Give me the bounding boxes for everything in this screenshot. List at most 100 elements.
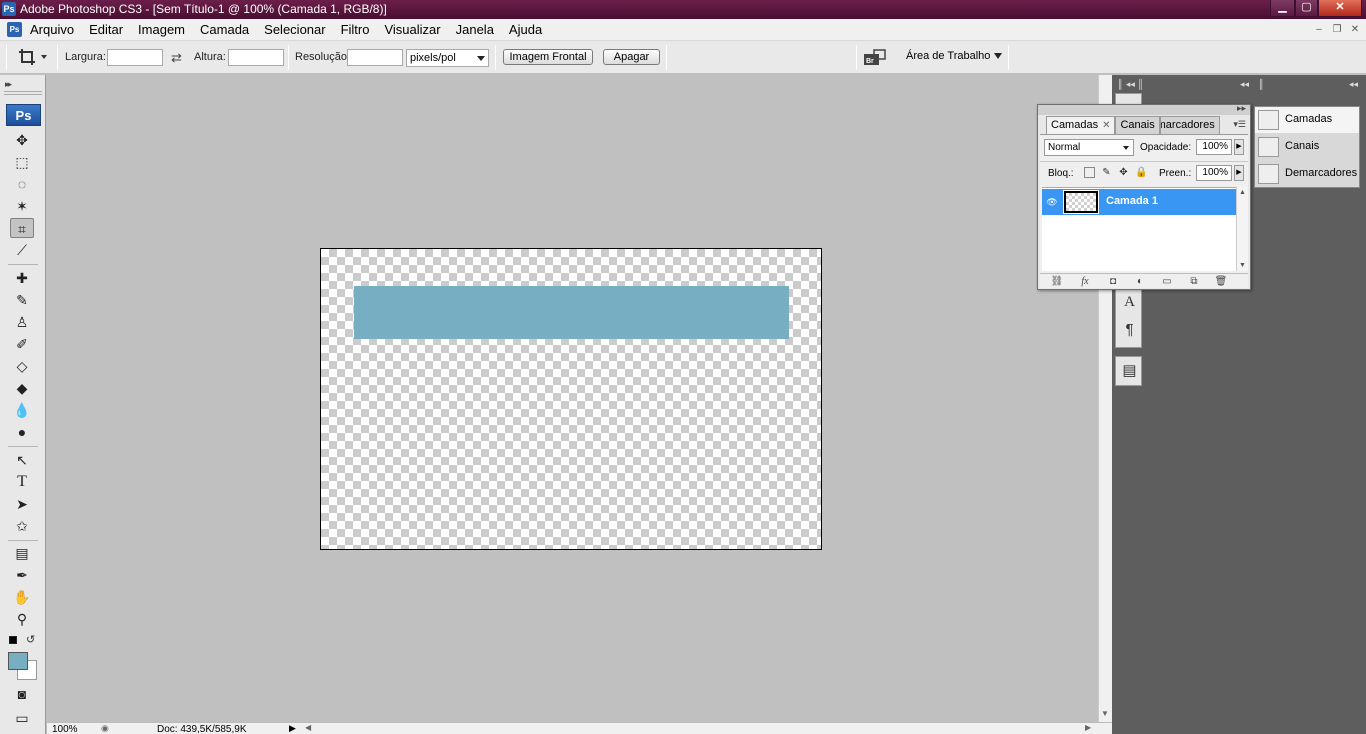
adjustment-layer-icon[interactable]: ◐	[1133, 276, 1147, 288]
document-icon[interactable]: Ps	[7, 22, 22, 37]
scroll-right-icon[interactable]: ▶	[1085, 723, 1091, 732]
dock-collapse-icon[interactable]: ◂◂	[1240, 79, 1249, 90]
fill-slider-arrow-icon[interactable]: ▶	[1234, 165, 1244, 181]
toolbox-collapse-icon[interactable]: ▸▸	[5, 79, 12, 90]
tab-channels[interactable]: Canais	[1115, 116, 1160, 134]
toolbox-grip[interactable]	[4, 91, 42, 95]
menu-janela[interactable]: Janela	[456, 22, 494, 37]
history-brush-tool-icon[interactable]: ✐	[10, 334, 34, 354]
collapsed-layers-button[interactable]: Camadas	[1255, 107, 1359, 133]
visibility-eye-icon[interactable]: 👁	[1046, 196, 1058, 208]
paint-bucket-tool-icon[interactable]: ◆	[10, 378, 34, 398]
menu-camada[interactable]: Camada	[200, 22, 249, 37]
slice-tool-icon[interactable]: ⟋	[10, 240, 34, 260]
height-input[interactable]	[228, 49, 284, 66]
layer-name[interactable]: Camada 1	[1106, 195, 1158, 207]
healing-brush-tool-icon[interactable]: ✚	[10, 268, 34, 288]
dock-grip-icon[interactable]: ║	[1258, 79, 1264, 89]
brush-tool-icon[interactable]: ✎	[10, 290, 34, 310]
clear-button[interactable]: Apagar	[603, 49, 660, 65]
custom-shape-tool-icon[interactable]: ✩	[10, 516, 34, 536]
foreground-color-swatch[interactable]	[8, 652, 28, 670]
swap-colors-icon[interactable]: ↺	[26, 633, 35, 646]
menu-visualizar[interactable]: Visualizar	[384, 22, 440, 37]
menu-selecionar[interactable]: Selecionar	[264, 22, 325, 37]
close-button[interactable]: ✕	[1318, 0, 1362, 17]
tool-preset-dropdown-icon[interactable]	[41, 55, 47, 59]
magic-wand-tool-icon[interactable]: ✶	[10, 196, 34, 216]
dock-collapse-icon[interactable]: ◂◂	[1349, 79, 1358, 90]
tab-paths[interactable]: Demarcadores	[1159, 116, 1220, 134]
collapsed-channels-button[interactable]: Canais	[1255, 134, 1359, 160]
link-layers-icon[interactable]: ⛓	[1050, 276, 1064, 288]
screen-mode-icon[interactable]: ▭	[10, 708, 34, 728]
doc-close-button[interactable]: ✕	[1347, 22, 1363, 36]
photoshop-logo[interactable]: Ps	[6, 104, 41, 126]
maximize-button[interactable]: ▢	[1295, 0, 1318, 17]
workspace-dropdown[interactable]: Área de Trabalho	[906, 50, 1003, 62]
opacity-input[interactable]: 100%	[1196, 139, 1232, 155]
units-select[interactable]: pixels/pol	[406, 49, 489, 67]
type-tool-icon[interactable]: T	[10, 472, 34, 492]
swap-icon[interactable]: ⇄	[171, 50, 182, 66]
width-input[interactable]	[107, 49, 163, 66]
dodge-tool-icon[interactable]: ●	[10, 422, 34, 442]
scroll-left-icon[interactable]: ◀	[305, 723, 311, 732]
clone-stamp-tool-icon[interactable]: ♙	[10, 312, 34, 332]
tool-presets-panel-icon[interactable]: ▤	[1119, 361, 1140, 381]
crop-icon[interactable]	[18, 48, 36, 66]
trash-icon[interactable]: 🗑	[1214, 276, 1228, 288]
pen-tool-icon[interactable]: ↖	[10, 450, 34, 470]
collapsed-paths-button[interactable]: Demarcadores	[1255, 161, 1359, 187]
character-panel-icon[interactable]: A	[1119, 292, 1140, 312]
panel-menu-icon[interactable]: ▾☰	[1233, 119, 1246, 130]
notes-tool-icon[interactable]: ▤	[10, 543, 34, 563]
layer-style-fx-icon[interactable]: fx	[1078, 276, 1092, 288]
eyedropper-tool-icon[interactable]: ✒	[10, 565, 34, 585]
quick-mask-icon[interactable]: ◙	[10, 684, 34, 704]
paragraph-panel-icon[interactable]: ¶	[1119, 320, 1140, 340]
eraser-tool-icon[interactable]: ◇	[10, 356, 34, 376]
marquee-tool-icon[interactable]: ⬚	[10, 152, 34, 172]
lasso-tool-icon[interactable]: ◌	[10, 174, 34, 194]
new-group-icon[interactable]: ▭	[1160, 276, 1174, 288]
menu-filtro[interactable]: Filtro	[341, 22, 370, 37]
scroll-down-icon[interactable]: ▼	[1101, 709, 1109, 718]
front-image-button[interactable]: Imagem Frontal	[503, 49, 593, 65]
layer-row[interactable]: 👁 Camada 1	[1042, 189, 1236, 215]
opacity-slider-arrow-icon[interactable]: ▶	[1234, 139, 1244, 155]
zoom-level[interactable]: 100%	[52, 724, 78, 734]
layer-list-scrollbar[interactable]: ▲ ▼	[1236, 187, 1248, 271]
layer-mask-icon[interactable]: ◘	[1106, 276, 1120, 288]
bridge-icon[interactable]: Br	[863, 49, 887, 67]
close-icon[interactable]: ✕	[1102, 120, 1110, 131]
blur-tool-icon[interactable]: 💧	[10, 400, 34, 420]
menu-editar[interactable]: Editar	[89, 22, 123, 37]
menu-ajuda[interactable]: Ajuda	[509, 22, 542, 37]
document-canvas[interactable]	[320, 248, 822, 550]
lock-all-icon[interactable]: 🔒	[1135, 167, 1147, 178]
blue-rectangle-shape[interactable]	[354, 286, 789, 339]
fill-input[interactable]: 100%	[1196, 165, 1232, 181]
scroll-down-icon[interactable]: ▼	[1237, 262, 1248, 269]
layers-panel-titlebar[interactable]: ▸▸	[1038, 103, 1250, 115]
default-colors-icon[interactable]	[9, 636, 17, 644]
menu-imagem[interactable]: Imagem	[138, 22, 185, 37]
resolution-input[interactable]	[347, 49, 403, 66]
lock-transparent-icon[interactable]	[1084, 167, 1095, 178]
doc-minimize-button[interactable]: –	[1311, 22, 1327, 36]
tab-layers[interactable]: Camadas ✕	[1046, 116, 1116, 134]
lock-pixels-icon[interactable]: ✎	[1101, 167, 1112, 178]
lock-position-icon[interactable]: ✥	[1118, 167, 1129, 178]
panel-collapse-icon[interactable]: ▸▸	[1237, 103, 1246, 114]
status-menu-icon[interactable]: ◉	[101, 723, 109, 734]
scroll-up-icon[interactable]: ▲	[1237, 189, 1248, 196]
layer-thumbnail[interactable]	[1063, 190, 1099, 214]
doc-restore-button[interactable]: ❐	[1329, 22, 1345, 36]
blend-mode-select[interactable]: Normal	[1044, 139, 1134, 156]
new-layer-icon[interactable]: ⧉	[1187, 276, 1201, 288]
dock-grip-icon[interactable]: ║ ◂◂ ║	[1117, 79, 1144, 90]
path-selection-tool-icon[interactable]: ➤	[10, 494, 34, 514]
move-tool-icon[interactable]: ✥	[10, 130, 34, 150]
photoshop-app-icon[interactable]: Ps	[2, 2, 16, 16]
